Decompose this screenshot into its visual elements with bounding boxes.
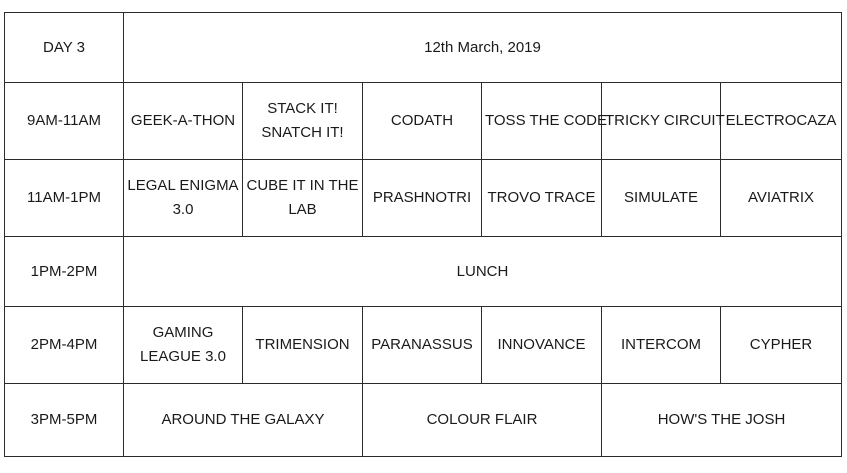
event-cell: TOSS THE CODE [481,82,607,160]
event-cell: CODATH [362,82,482,160]
event-cell: GAMING LEAGUE 3.0 [123,306,243,384]
table-row: 3PM-5PM AROUND THE GALAXY COLOUR FLAIR H… [4,383,842,457]
table-row: 9AM-11AM GEEK-A-THON STACK IT! SNATCH IT… [4,82,842,160]
time-slot: 2PM-4PM [4,306,124,384]
event-cell: AVIATRIX [720,159,842,237]
event-cell: STACK IT! SNATCH IT! [242,82,363,160]
event-cell: ELECTROCAZA [720,82,842,160]
time-slot: 1PM-2PM [4,236,124,307]
table-row: 2PM-4PM GAMING LEAGUE 3.0 TRIMENSION PAR… [4,306,842,384]
day-label: DAY 3 [4,12,124,83]
event-cell: TROVO TRACE [481,159,602,237]
table-row: 11AM-1PM LEGAL ENIGMA 3.0 CUBE IT IN THE… [4,159,842,237]
event-cell: LEGAL ENIGMA 3.0 [123,159,243,237]
table-row: 1PM-2PM LUNCH [4,236,842,307]
event-cell: INTERCOM [601,306,721,384]
lunch-cell: LUNCH [123,236,842,307]
event-cell: TRICKY CIRCUIT [601,82,725,160]
time-slot: 9AM-11AM [4,82,124,160]
date-label: 12th March, 2019 [123,12,842,83]
event-cell: CUBE IT IN THE LAB [242,159,363,237]
event-cell: AROUND THE GALAXY [123,383,363,457]
schedule-table: DAY 3 12th March, 2019 9AM-11AM GEEK-A-T… [4,12,842,457]
time-slot: 11AM-1PM [4,159,124,237]
event-cell: TRIMENSION [242,306,363,384]
event-cell: HOW'S THE JOSH [601,383,842,457]
event-cell: SIMULATE [601,159,721,237]
event-cell: PARANASSUS [362,306,482,384]
event-cell: PRASHNOTRI [362,159,482,237]
event-cell: INNOVANCE [481,306,602,384]
event-cell: GEEK-A-THON [123,82,243,160]
event-cell: CYPHER [720,306,842,384]
time-slot: 3PM-5PM [4,383,124,457]
header-row: DAY 3 12th March, 2019 [4,12,842,83]
event-cell: COLOUR FLAIR [362,383,602,457]
